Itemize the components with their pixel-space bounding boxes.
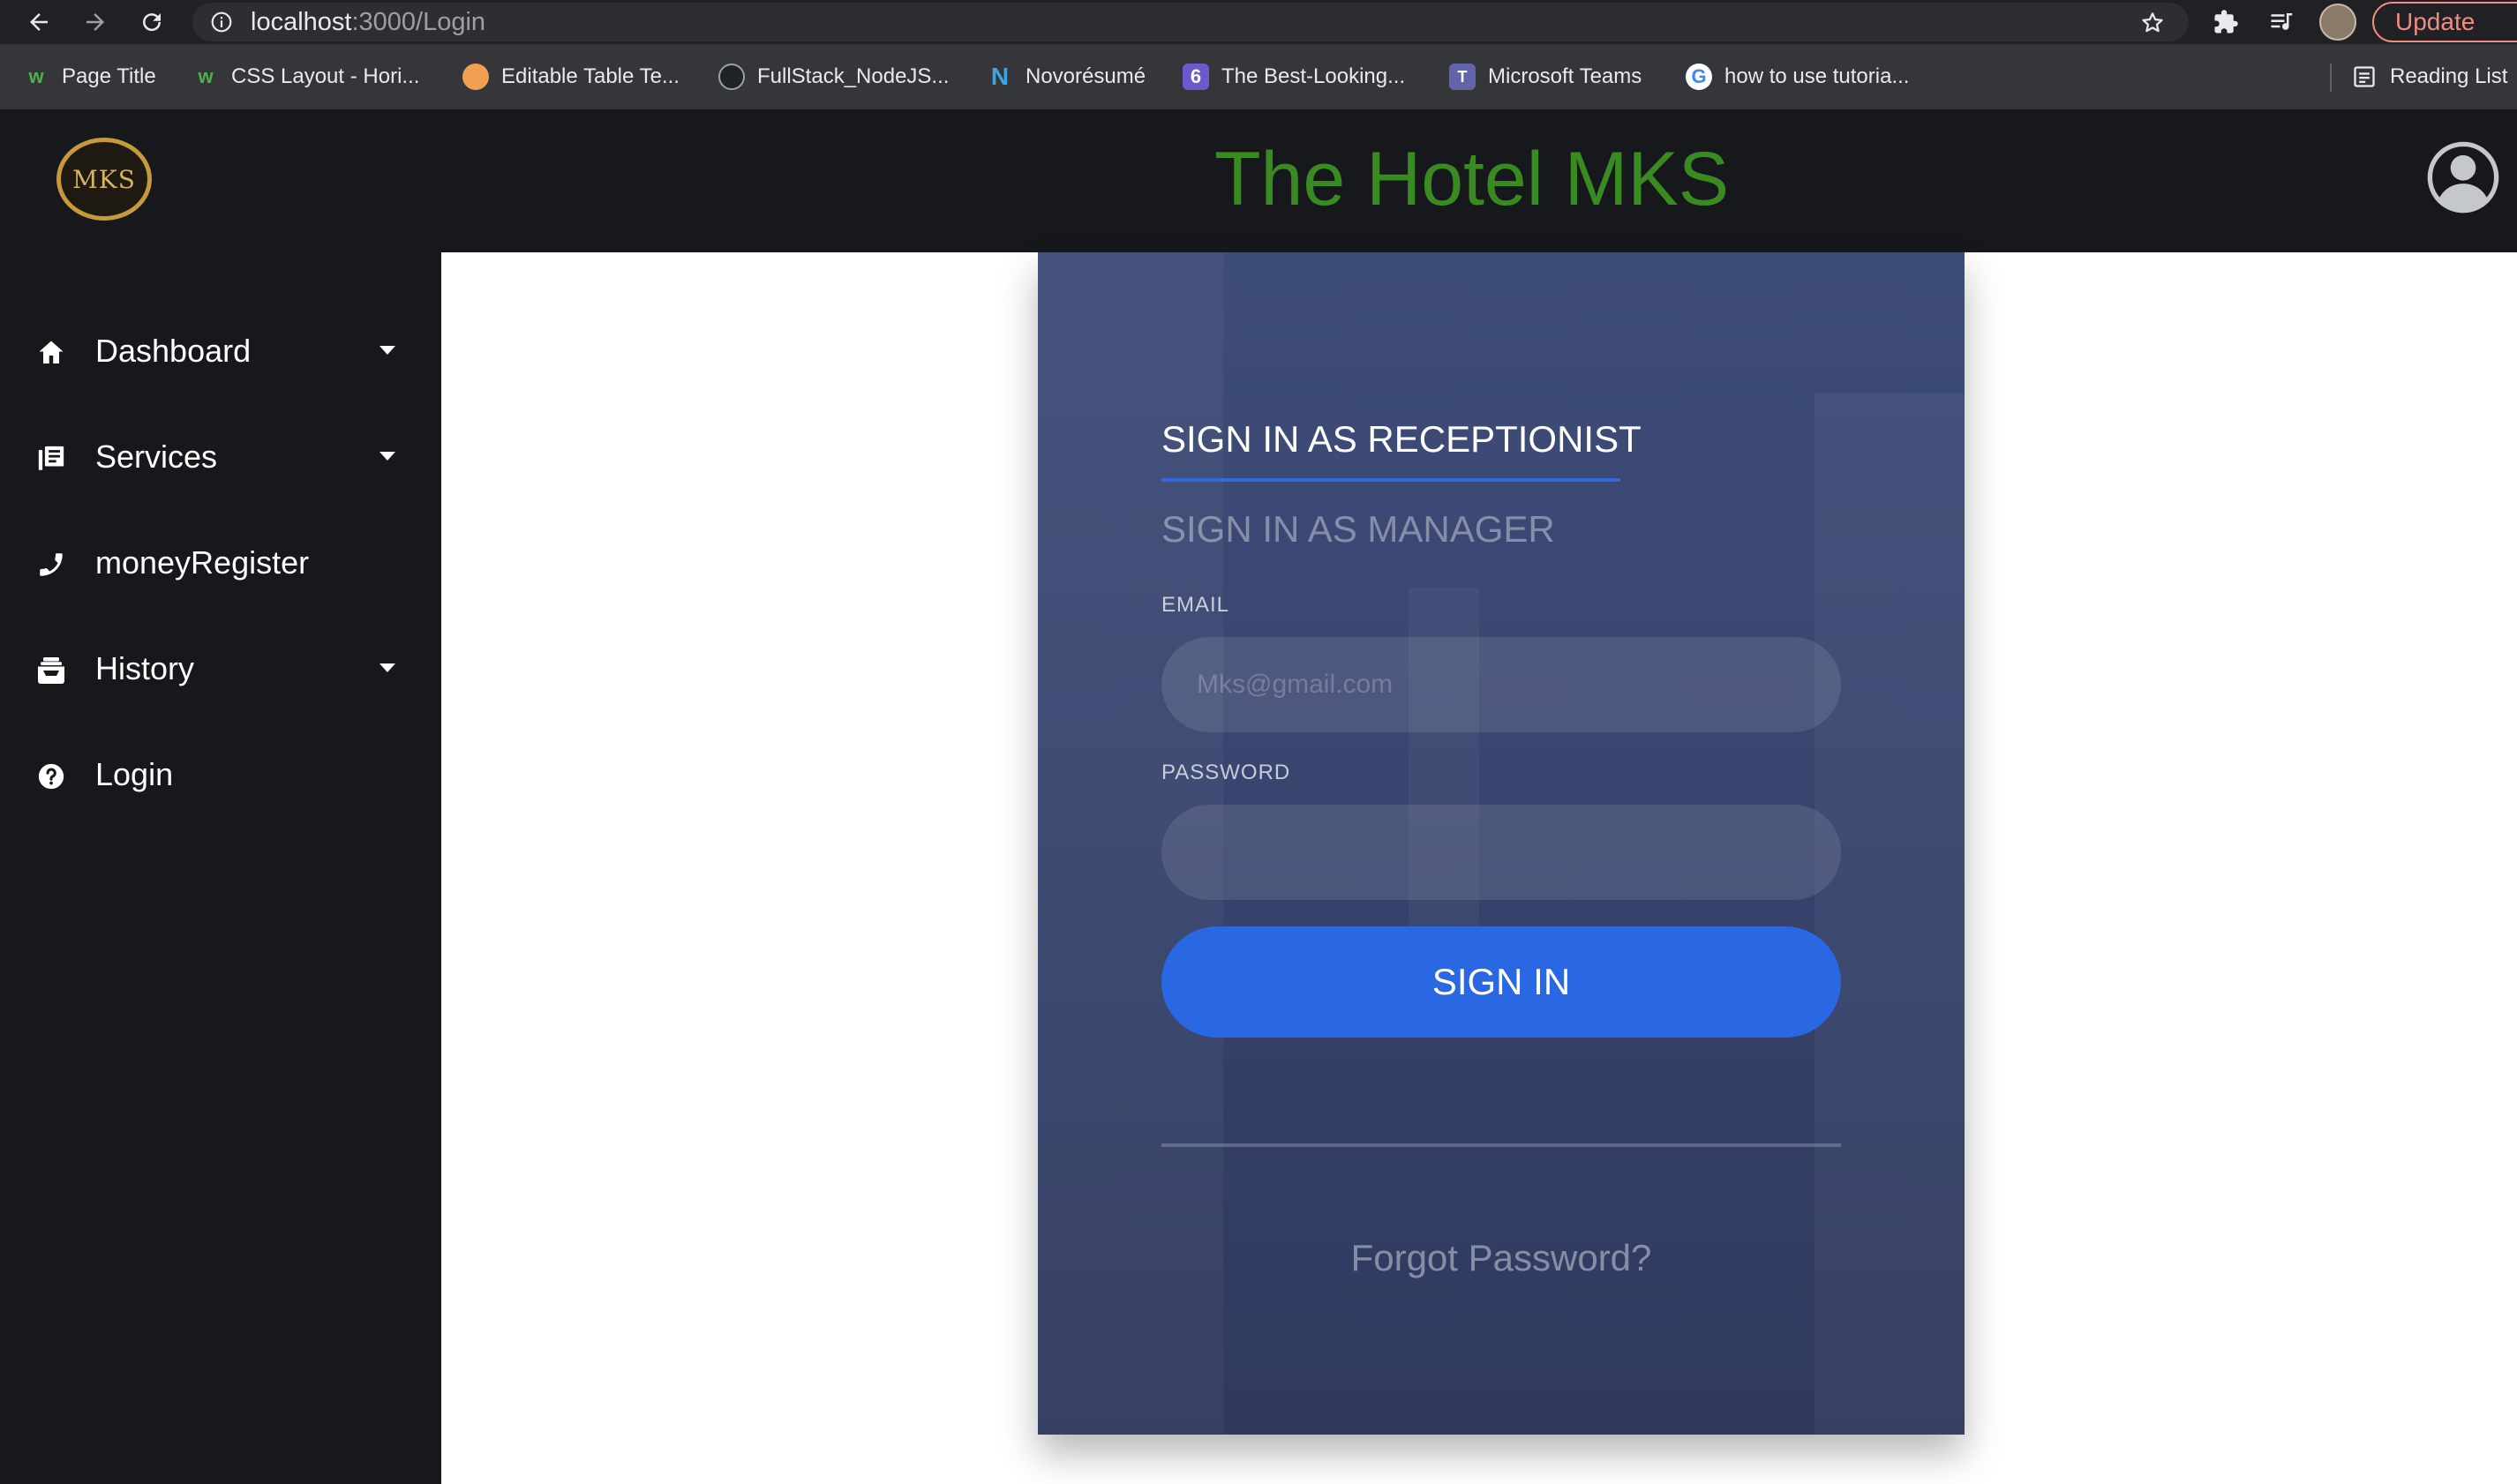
- sign-in-button[interactable]: SIGN IN: [1161, 926, 1841, 1038]
- github-icon: [718, 64, 745, 90]
- tab-receptionist[interactable]: SIGN IN AS RECEPTIONIST: [1161, 418, 1642, 461]
- webflow-icon: w: [28, 65, 44, 87]
- password-label: PASSWORD: [1161, 761, 1291, 784]
- url-text: localhost:3000/Login: [251, 8, 486, 36]
- bookmark-item[interactable]: w CSS Layout - Hori...: [192, 44, 419, 109]
- sidebar-item-moneyregister[interactable]: moneyRegister: [0, 519, 441, 607]
- inbox-icon: [34, 653, 69, 688]
- update-button[interactable]: Update: [2372, 2, 2517, 42]
- six-icon: 6: [1183, 64, 1209, 90]
- active-tab-underline: [1161, 478, 1620, 482]
- orange-ball-icon: [462, 64, 489, 90]
- hotel-logo[interactable]: MKS: [56, 138, 152, 221]
- sidebar-item-label: moneyRegister: [95, 544, 310, 581]
- bookmark-item[interactable]: w Page Title: [23, 44, 155, 109]
- list-icon: [34, 441, 69, 476]
- bookmark-item[interactable]: Editable Table Te...: [462, 44, 680, 109]
- forward-icon[interactable]: [79, 6, 111, 38]
- login-card: SIGN IN AS RECEPTIONIST SIGN IN AS MANAG…: [1038, 252, 1965, 1435]
- extensions-icon[interactable]: [2210, 6, 2242, 38]
- sidebar-item-label: Login: [95, 756, 174, 792]
- sidebar: Dashboard Services moneyRegister History…: [0, 252, 441, 1484]
- email-label: EMAIL: [1161, 593, 1230, 617]
- caret-down-icon: [379, 452, 395, 461]
- back-icon[interactable]: [23, 6, 55, 38]
- bookmark-item[interactable]: N Novorésumé: [987, 44, 1146, 109]
- webflow-icon: w: [198, 65, 214, 87]
- caret-down-icon: [379, 663, 395, 672]
- caret-down-icon: [379, 346, 395, 355]
- page-title: The Hotel MKS: [1214, 137, 1730, 221]
- sidebar-item-login[interactable]: Login: [0, 731, 441, 819]
- bookmark-item[interactable]: FullStack_NodeJS...: [718, 44, 949, 109]
- site-info-icon[interactable]: [210, 11, 233, 38]
- bookmark-item[interactable]: T Microsoft Teams: [1449, 44, 1642, 109]
- sidebar-item-dashboard[interactable]: Dashboard: [0, 307, 441, 395]
- home-icon: [34, 335, 69, 371]
- sidebar-item-label: Services: [95, 438, 218, 475]
- novoresume-icon: N: [990, 63, 1010, 90]
- teams-icon: T: [1449, 64, 1476, 90]
- bookmark-star-icon[interactable]: [2139, 10, 2166, 41]
- divider: [1161, 1143, 1841, 1147]
- sidebar-item-label: Dashboard: [95, 333, 252, 369]
- profile-avatar[interactable]: [2319, 4, 2356, 41]
- email-field[interactable]: [1161, 637, 1841, 732]
- reading-list-button[interactable]: Reading List: [2351, 44, 2507, 109]
- tab-manager[interactable]: SIGN IN AS MANAGER: [1161, 508, 1555, 551]
- phone-icon: [34, 547, 69, 582]
- sidebar-item-label: History: [95, 650, 195, 686]
- media-queue-icon[interactable]: [2266, 6, 2298, 38]
- google-icon: G: [1686, 64, 1712, 90]
- bookmark-item[interactable]: 6 The Best-Looking...: [1183, 44, 1405, 109]
- bookmark-item[interactable]: G how to use tutoria...: [1686, 44, 1909, 109]
- app-header: MKS The Hotel MKS: [0, 109, 2517, 252]
- password-field[interactable]: [1161, 805, 1841, 900]
- sidebar-item-services[interactable]: Services: [0, 413, 441, 501]
- forgot-password-link[interactable]: Forgot Password?: [1038, 1237, 1965, 1279]
- help-icon: [34, 759, 69, 794]
- account-circle-icon[interactable]: [2425, 139, 2501, 215]
- address-bar[interactable]: localhost:3000/Login: [192, 3, 2189, 41]
- reading-list-icon: [2351, 64, 2378, 90]
- browser-toolbar: localhost:3000/Login Update: [0, 0, 2517, 44]
- bookmarks-separator: [2330, 64, 2332, 92]
- bookmarks-bar: w Page Title w CSS Layout - Hori... Edit…: [0, 44, 2517, 109]
- sidebar-item-history[interactable]: History: [0, 625, 441, 713]
- reload-icon[interactable]: [136, 6, 168, 38]
